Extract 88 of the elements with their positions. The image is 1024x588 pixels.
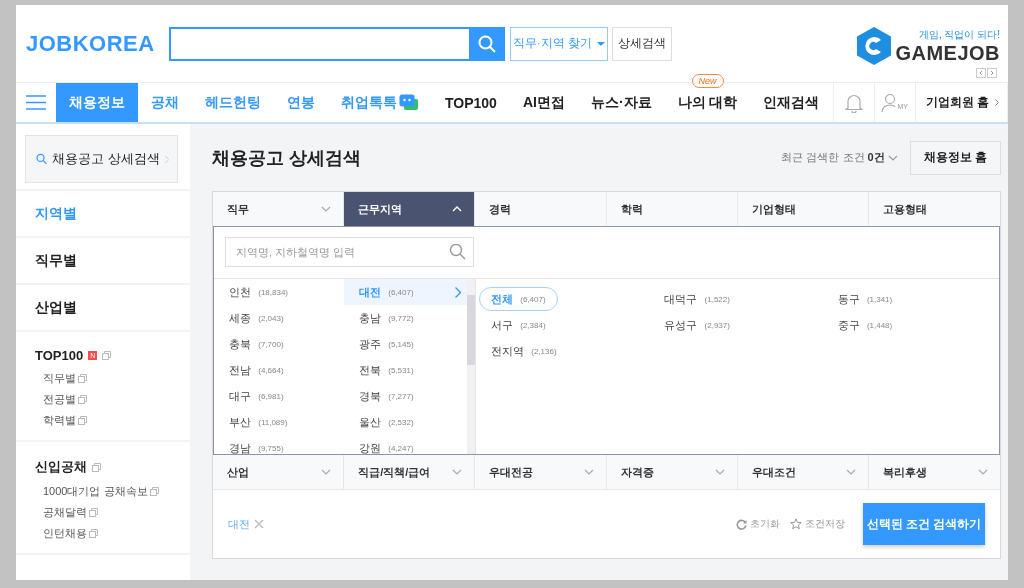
chevron-right-icon xyxy=(455,286,461,298)
chat-bubble-icon xyxy=(399,94,419,111)
region-option[interactable]: 울산 (2,532) xyxy=(344,409,467,435)
region-option[interactable]: 전남 (4,664) xyxy=(214,357,344,383)
sidebar-link[interactable]: 전공별 xyxy=(43,392,76,407)
region-option[interactable]: 광주 (5,145) xyxy=(344,331,467,357)
filter-tab[interactable]: 자격증 xyxy=(606,455,738,489)
sidebar-item[interactable]: TOP100 xyxy=(35,348,84,363)
district-option[interactable]: 유성구 (2,937) xyxy=(652,313,742,337)
filter-tab[interactable]: 우대조건 xyxy=(737,455,869,489)
star-icon xyxy=(790,518,802,530)
chevron-right-icon xyxy=(995,99,999,106)
jobs-home-button[interactable]: 채용정보 홈 xyxy=(909,140,1001,175)
chevron-down-icon xyxy=(978,469,988,475)
close-icon xyxy=(254,519,264,529)
region-option[interactable]: 부산 (11,089) xyxy=(214,409,344,435)
district-option[interactable]: 대덕구 (1,522) xyxy=(652,287,742,311)
sidebar-link[interactable]: 공채달력 xyxy=(43,505,87,520)
sidebar-item[interactable]: 신입공채 xyxy=(35,458,87,476)
recent-conditions-dropdown[interactable]: 최근 검색한 조건 0건 xyxy=(781,150,898,165)
region-option[interactable]: 충남 (9,772) xyxy=(344,305,467,331)
search-button[interactable] xyxy=(469,26,505,61)
caret-icon xyxy=(597,41,606,46)
region-option[interactable]: 대구 (6,981) xyxy=(214,383,344,409)
window-icon xyxy=(102,351,112,360)
window-icon xyxy=(78,374,87,383)
partner-name[interactable]: GAMEJOB xyxy=(895,41,1000,64)
corporate-home-link[interactable]: 기업회원 홈 xyxy=(914,83,1008,122)
detail-search-button[interactable]: 상세검색 xyxy=(612,26,672,61)
sidebar-link[interactable]: 직무별 xyxy=(43,371,76,386)
window-icon xyxy=(78,416,87,425)
arrow-right-icon xyxy=(987,67,997,78)
chevron-down-icon xyxy=(887,154,898,161)
filter-tab[interactable]: 근무지역 xyxy=(344,192,476,226)
region-option[interactable]: 충북 (7,700) xyxy=(214,331,344,357)
window-icon xyxy=(149,487,159,496)
window-icon xyxy=(89,508,98,517)
district-option[interactable]: 중구 (1,448) xyxy=(825,313,905,337)
filter-tab[interactable]: 직급/직책/급여 xyxy=(344,455,476,489)
page-title: 채용공고 상세검색 xyxy=(212,146,362,170)
person-icon xyxy=(881,92,898,113)
detail-search-link[interactable]: 채용공고 상세검색 xyxy=(25,135,178,183)
region-option[interactable]: 전북 (5,531) xyxy=(344,357,467,383)
region-option[interactable]: 강원 (4,247) xyxy=(344,435,467,454)
nav-tab[interactable]: 뉴스·자료 xyxy=(577,83,665,122)
new-badge: New xyxy=(691,74,724,88)
region-option[interactable]: 세종 (2,043) xyxy=(214,305,344,331)
chevron-right-icon xyxy=(164,153,169,165)
chevron-up-icon xyxy=(452,206,463,212)
district-option[interactable]: 전지역 (2,136) xyxy=(479,339,569,363)
scrollbar[interactable] xyxy=(467,279,475,454)
window-icon xyxy=(89,529,98,538)
partner-tagline: 게임, 직업이 되다! xyxy=(918,27,1000,42)
filter-tab[interactable]: 복리후생 xyxy=(868,455,1000,489)
bell-icon xyxy=(844,92,863,113)
chevron-down-icon xyxy=(452,469,463,475)
sidebar-link[interactable]: 인턴채용 xyxy=(43,526,87,541)
chevron-down-icon xyxy=(714,469,725,475)
search-icon xyxy=(478,34,496,53)
district-option[interactable]: 서구 (2,384) xyxy=(479,313,558,337)
district-option[interactable]: 동구 (1,341) xyxy=(825,287,905,311)
arrow-left-icon xyxy=(976,67,986,78)
sidebar-item[interactable]: 산업별 xyxy=(35,298,77,317)
hexagon-logo-icon xyxy=(856,25,893,66)
window-icon xyxy=(92,462,101,472)
chevron-down-icon xyxy=(321,469,332,475)
search-field[interactable] xyxy=(169,26,469,61)
search-icon xyxy=(449,243,466,260)
refresh-icon xyxy=(736,518,747,530)
menu-icon[interactable] xyxy=(26,95,46,110)
chevron-down-icon xyxy=(583,469,594,475)
chevron-down-icon xyxy=(845,469,856,475)
filter-tab[interactable]: 고용형태 xyxy=(868,192,1000,226)
region-option[interactable]: 인천 (18,834) xyxy=(214,279,344,305)
sidebar-link[interactable]: 학력별 xyxy=(43,413,76,428)
region-option[interactable]: 경북 (7,277) xyxy=(344,383,467,409)
nav-tab[interactable]: 인재검색 xyxy=(750,83,833,122)
region-option[interactable]: 경남 (9,755) xyxy=(214,435,344,454)
window-icon xyxy=(78,395,87,404)
region-search-field[interactable]: 지역명, 지하철역명 입력 xyxy=(225,237,474,267)
sidebar-item[interactable]: 직무별 xyxy=(35,251,77,270)
filter-tab[interactable]: 산업 xyxy=(213,455,345,489)
nav-tab[interactable]: TOP100 xyxy=(432,83,510,122)
nav-tab[interactable]: AI면접 xyxy=(509,83,578,122)
filter-tab[interactable]: 우대전공 xyxy=(475,455,607,489)
sidebar-link[interactable]: 1000대기업 공채속보 xyxy=(43,484,148,499)
chevron-down-icon xyxy=(321,206,332,212)
search-icon xyxy=(36,151,48,167)
